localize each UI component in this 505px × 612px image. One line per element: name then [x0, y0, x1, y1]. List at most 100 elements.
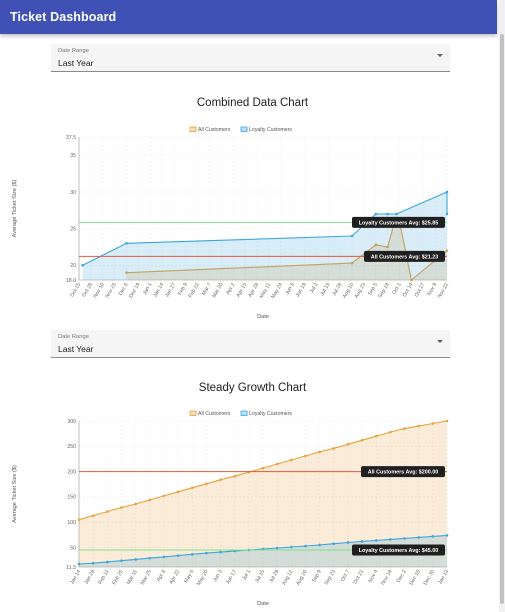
x-tick-label: Sep 9 [311, 569, 323, 584]
all-customers-point [91, 514, 95, 517]
all-customers-point [148, 498, 152, 502]
all-customers-point [318, 450, 321, 454]
y-tick-label: 50 [70, 545, 76, 551]
loyalty-customers-point [190, 553, 194, 556]
x-tick-label: Jan 14 [69, 569, 82, 586]
date-range-select-1[interactable]: Date Range Last Year [51, 44, 450, 72]
x-tick-label: Jul 15 [254, 569, 266, 584]
x-tick-label: Nov 22 [437, 282, 450, 299]
legend-label: All Customers [198, 127, 231, 133]
dropdown-arrow-icon[interactable] [437, 340, 443, 343]
all-customers-point [219, 478, 222, 482]
x-tick-label: Feb 11 [97, 569, 110, 586]
y-tick-label: 37.5 [66, 135, 76, 141]
combined-chart-title: Combined Data Chart [196, 97, 309, 109]
all-customers-point [445, 419, 449, 423]
all-customers-point [162, 494, 166, 498]
average-label: All Customers Avg: $200.00 [368, 470, 439, 476]
all-customers-point [205, 482, 208, 486]
page-scrollbar[interactable] [499, 0, 505, 612]
loyalty-customers-point [389, 538, 392, 541]
app-title: Ticket Dashboard [10, 10, 117, 24]
all-customers-point [360, 438, 364, 442]
x-tick-label: Oct 7 [340, 569, 351, 583]
x-tick-label: Aug 26 [295, 569, 308, 586]
dropdown-arrow-icon[interactable] [437, 54, 443, 57]
x-tick-label: Jul 2 [309, 282, 320, 295]
loyalty-customers-point [81, 264, 84, 267]
steady-growth-chart-title: Steady Growth Chart [198, 382, 307, 394]
legend-label: All Customers [198, 411, 231, 417]
legend-swatch [189, 410, 197, 416]
x-tick-label: Apr 22 [168, 569, 181, 585]
x-tick-label: Jun 6 [284, 282, 296, 296]
all-customers-point [346, 442, 350, 446]
scrollbar-thumb[interactable] [500, 34, 504, 604]
legend-label: Loyalty Customers [249, 411, 292, 417]
date-range-label: Date Range [58, 334, 89, 340]
all-customers-point [403, 427, 406, 430]
x-tick-label: Nov 18 [380, 569, 393, 586]
all-customers-point [431, 422, 435, 425]
steady-growth-chart: All Customers Loyalty Customers 11.5 50 100 1… [12, 410, 450, 607]
average-label: Loyalty Customers Avg: $45.00 [359, 548, 439, 554]
all-customers-point [261, 466, 265, 470]
x-tick-label: Jun 3 [212, 569, 224, 583]
x-tick-label: Mar 25 [140, 569, 153, 586]
y-tick-label: 30 [70, 190, 76, 196]
loyalty-customers-point [395, 212, 398, 216]
loyalty-customers-point [162, 555, 166, 559]
x-tick-label: Feb 9 [177, 282, 189, 297]
x-tick-label: Dec 30 [423, 569, 436, 586]
x-tick-label: Aug 12 [281, 569, 294, 586]
x-tick-label: Sep 18 [377, 282, 390, 299]
y-tick-label: 35 [70, 153, 76, 159]
x-tick-label: Dec 6 [118, 282, 130, 297]
x-tick-label: Sep 5 [367, 282, 379, 297]
loyalty-customers-point [431, 535, 435, 538]
loyalty-customers-point [346, 541, 350, 544]
x-tick-label: Nov 23 [104, 282, 117, 299]
loyalty-customers-point [403, 537, 406, 540]
all-customers-point [417, 424, 420, 428]
y-tick-label: 18.0 [66, 278, 76, 284]
all-customers-point [332, 447, 336, 450]
x-tick-label: Jul 29 [268, 569, 280, 584]
all-customers-point [190, 486, 194, 490]
loyalty-customers-point [148, 556, 152, 560]
x-tick-label: May 6 [183, 569, 195, 584]
x-axis-title: Date [257, 314, 269, 320]
all-customers-point [389, 430, 392, 434]
y-tick-label: 200 [67, 469, 76, 475]
all-customers-point [77, 518, 81, 521]
loyalty-customers-point [374, 539, 378, 542]
x-tick-label: Oct 27 [414, 282, 427, 298]
date-range-select-2[interactable]: Date Range Last Year [51, 330, 450, 358]
loyalty-customers-point [360, 540, 364, 543]
x-tick-label: Dec 16 [409, 569, 422, 586]
x-tick-label: Jun 17 [225, 569, 238, 586]
x-tick-label: Jan 1 [142, 282, 154, 296]
date-range-value: Last Year [58, 344, 94, 354]
x-tick-label: Feb 25 [111, 569, 124, 586]
x-tick-label: Apr 2 [225, 282, 236, 296]
x-tick-label: Jan 28 [83, 569, 96, 586]
loyalty-customers-point [304, 544, 307, 548]
loyalty-customers-point [417, 536, 420, 539]
y-axis-title: Average Ticket Size ($) [12, 180, 18, 238]
legend-swatch [189, 126, 197, 132]
legend-label: Loyalty Customers [249, 127, 292, 133]
x-tick-label: Mar 7 [201, 282, 213, 297]
x-tick-label: Feb 22 [188, 282, 201, 299]
loyalty-customers-point [350, 234, 354, 238]
y-axis-title: Average Ticket Size ($) [12, 465, 18, 523]
all-customers-point [275, 462, 279, 466]
loyalty-customers-point [134, 558, 137, 561]
legend-swatch [240, 126, 248, 132]
all-customers-point [134, 502, 137, 506]
loyalty-customers-point [332, 542, 336, 546]
y-tick-label: 250 [67, 444, 76, 450]
loyalty-customers-point [445, 534, 449, 537]
x-tick-label: Jul 15 [319, 282, 331, 297]
y-tick-label: 11.5 [66, 565, 76, 571]
